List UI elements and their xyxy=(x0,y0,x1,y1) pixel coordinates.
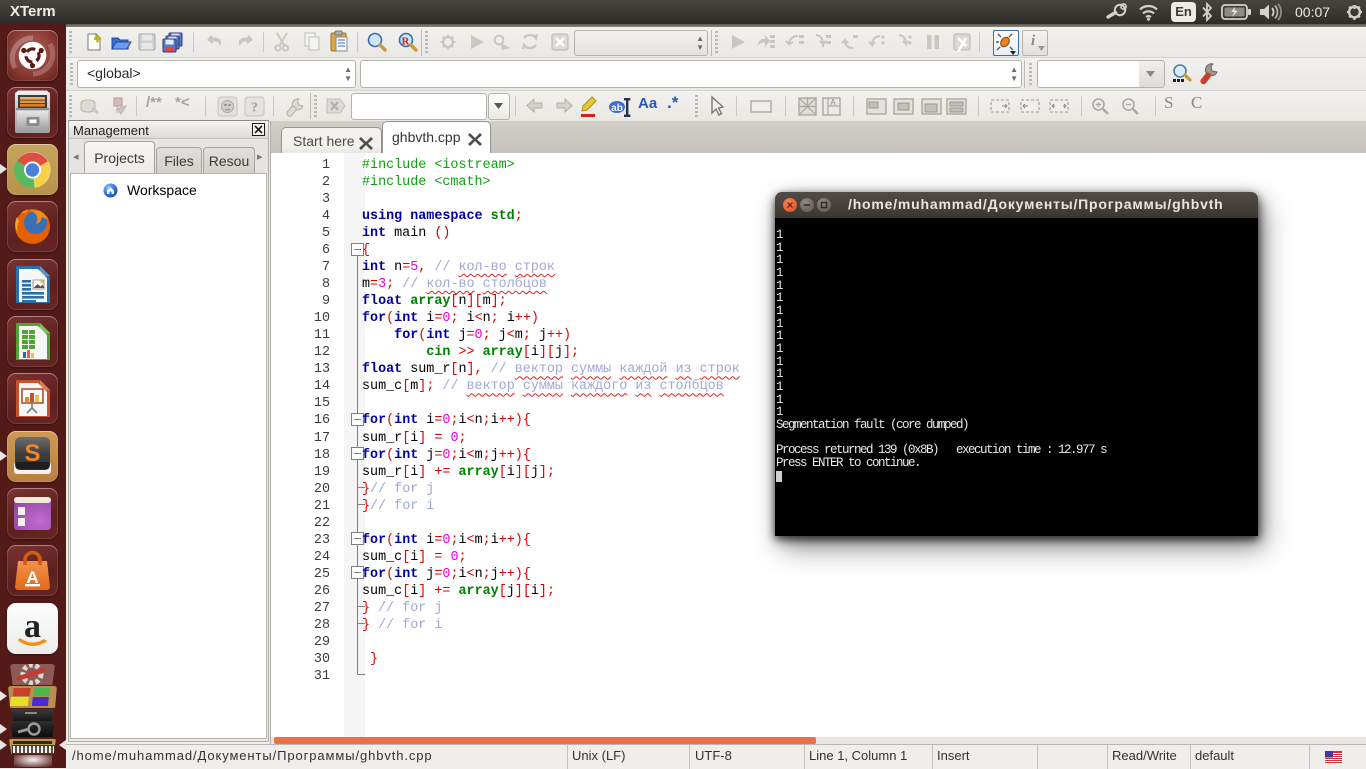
svg-text:ab: ab xyxy=(611,103,623,114)
svg-text:A: A xyxy=(830,98,836,107)
svg-text:?: ? xyxy=(251,101,258,116)
svg-text:S: S xyxy=(24,440,40,467)
svg-text:a: a xyxy=(24,608,41,645)
svg-text:R: R xyxy=(402,36,411,48)
